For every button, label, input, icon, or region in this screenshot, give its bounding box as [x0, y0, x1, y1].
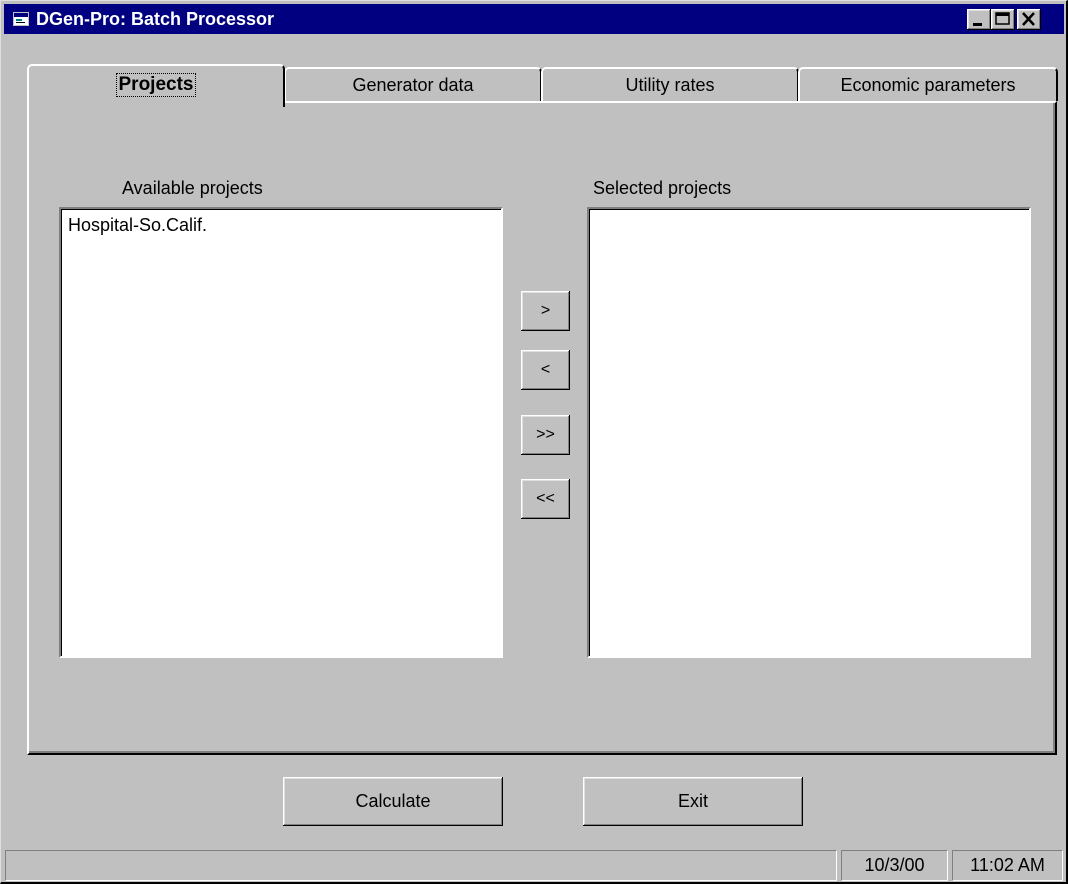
close-icon [1022, 12, 1035, 26]
tab-economic-parameters[interactable]: Economic parameters [798, 67, 1058, 101]
status-time: 11:02 AM [952, 850, 1063, 881]
remove-project-button[interactable]: < [521, 350, 570, 390]
minimize-button[interactable] [967, 9, 991, 30]
tab-label: Generator data [352, 75, 474, 95]
add-all-projects-button[interactable]: >> [521, 415, 570, 455]
selected-projects-label: Selected projects [593, 178, 732, 198]
add-project-button[interactable]: > [521, 291, 570, 331]
exit-button[interactable]: Exit [583, 777, 803, 826]
calculate-button[interactable]: Calculate [283, 777, 503, 826]
title-bar[interactable]: DGen-Pro: Batch Processor [4, 4, 1064, 34]
app-icon [13, 12, 29, 26]
maximize-icon [995, 12, 1010, 25]
tab-utility-rates[interactable]: Utility rates [541, 67, 799, 101]
tab-label: Economic parameters [840, 75, 1016, 95]
selected-projects-list[interactable] [587, 207, 1031, 658]
list-item[interactable]: Hospital-So.Calif. [68, 215, 207, 236]
tab-generator-data[interactable]: Generator data [284, 67, 542, 101]
tab-projects[interactable]: Projects [27, 64, 285, 107]
maximize-button[interactable] [991, 9, 1015, 30]
minimize-icon [973, 23, 982, 26]
available-projects-label: Available projects [122, 178, 263, 198]
window-title: DGen-Pro: Batch Processor [36, 9, 275, 29]
status-date: 10/3/00 [841, 850, 948, 881]
tab-label: Utility rates [625, 75, 715, 95]
tab-label: Projects [115, 73, 197, 97]
status-message [5, 850, 837, 881]
batch-processor-window: DGen-Pro: Batch Processor Generator data… [0, 0, 1068, 884]
available-projects-list[interactable]: Hospital-So.Calif. [59, 207, 503, 658]
close-button[interactable] [1017, 9, 1041, 30]
remove-all-projects-button[interactable]: << [521, 479, 570, 519]
